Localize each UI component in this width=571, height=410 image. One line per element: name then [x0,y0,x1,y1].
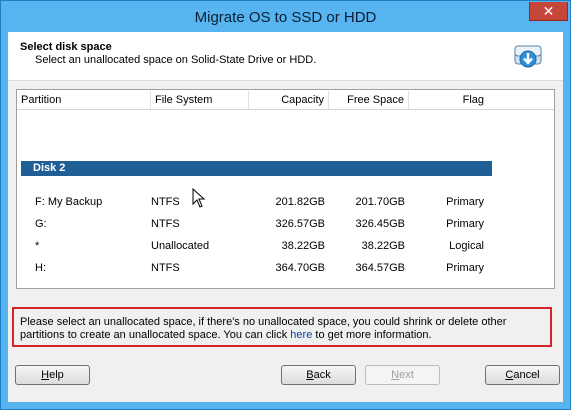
flag: Primary [446,196,484,208]
capacity: 326.57GB [275,218,325,230]
partition-name: G: [35,218,47,230]
dialog-client-area: Select disk space Select an unallocated … [8,32,563,402]
next-label: ext [399,369,414,381]
file-system: NTFS [151,218,180,230]
next-hotkey: N [391,369,400,381]
title-bar[interactable]: Migrate OS to SSD or HDD ✕ [1,1,570,32]
mouse-cursor-icon [192,188,206,208]
close-button[interactable]: ✕ [529,2,568,21]
flag: Primary [446,218,484,230]
cancel-button[interactable]: Cancel [485,365,560,385]
file-system: Unallocated [151,240,210,252]
file-system: NTFS [151,196,180,208]
help-label: elp [49,369,64,381]
info-link[interactable]: here [290,329,312,341]
info-text: Please select an unallocated space, if t… [20,316,507,341]
wizard-header: Select disk space Select an unallocated … [8,32,563,81]
col-partition[interactable]: Partition [17,91,151,109]
free-space: 201.70GB [355,196,405,208]
partition-name: * [35,240,40,252]
back-button[interactable]: Back [281,365,356,385]
col-flag[interactable]: Flag [409,91,488,109]
capacity: 201.82GB [275,196,325,208]
partition-name: H: [35,262,46,274]
help-button[interactable]: Help [15,365,90,385]
col-file-system[interactable]: File System [151,91,249,109]
partition-name: F: My Backup [35,196,103,208]
next-button[interactable]: Next [365,365,440,385]
cancel-label: ancel [513,369,540,381]
disk-migrate-icon [514,45,542,68]
table-row[interactable]: H: NTFS 364.70GB 364.57GB Primary [17,259,554,277]
partition-list[interactable]: Partition File System Capacity Free Spac… [16,89,555,289]
table-row[interactable]: G: NTFS 326.57GB 326.45GB Primary [17,215,554,233]
disk-group-header[interactable]: Disk 2 [21,161,492,176]
step-title: Select disk space [20,41,112,53]
info-text-end: to get more information. [312,329,432,341]
info-message: Please select an unallocated space, if t… [12,307,552,347]
step-subtitle: Select an unallocated space on Solid-Sta… [35,54,317,66]
help-hotkey: H [41,369,50,381]
window-title: Migrate OS to SSD or HDD [194,9,377,26]
flag: Primary [446,262,484,274]
back-label: ack [313,369,331,381]
free-space: 38.22GB [361,240,405,252]
free-space: 326.45GB [355,218,405,230]
col-capacity[interactable]: Capacity [249,91,329,109]
flag: Logical [449,240,484,252]
table-row[interactable]: F: My Backup NTFS 201.82GB 201.70GB Prim… [17,193,554,211]
capacity: 364.70GB [275,262,325,274]
free-space: 364.57GB [355,262,405,274]
file-system: NTFS [151,262,180,274]
list-header: Partition File System Capacity Free Spac… [17,91,554,110]
back-hotkey: B [306,369,314,381]
table-row[interactable]: * Unallocated 38.22GB 38.22GB Logical [17,237,554,255]
migrate-os-dialog: Migrate OS to SSD or HDD ✕ Select disk s… [0,0,571,410]
col-free-space[interactable]: Free Space [329,91,409,109]
capacity: 38.22GB [281,240,325,252]
